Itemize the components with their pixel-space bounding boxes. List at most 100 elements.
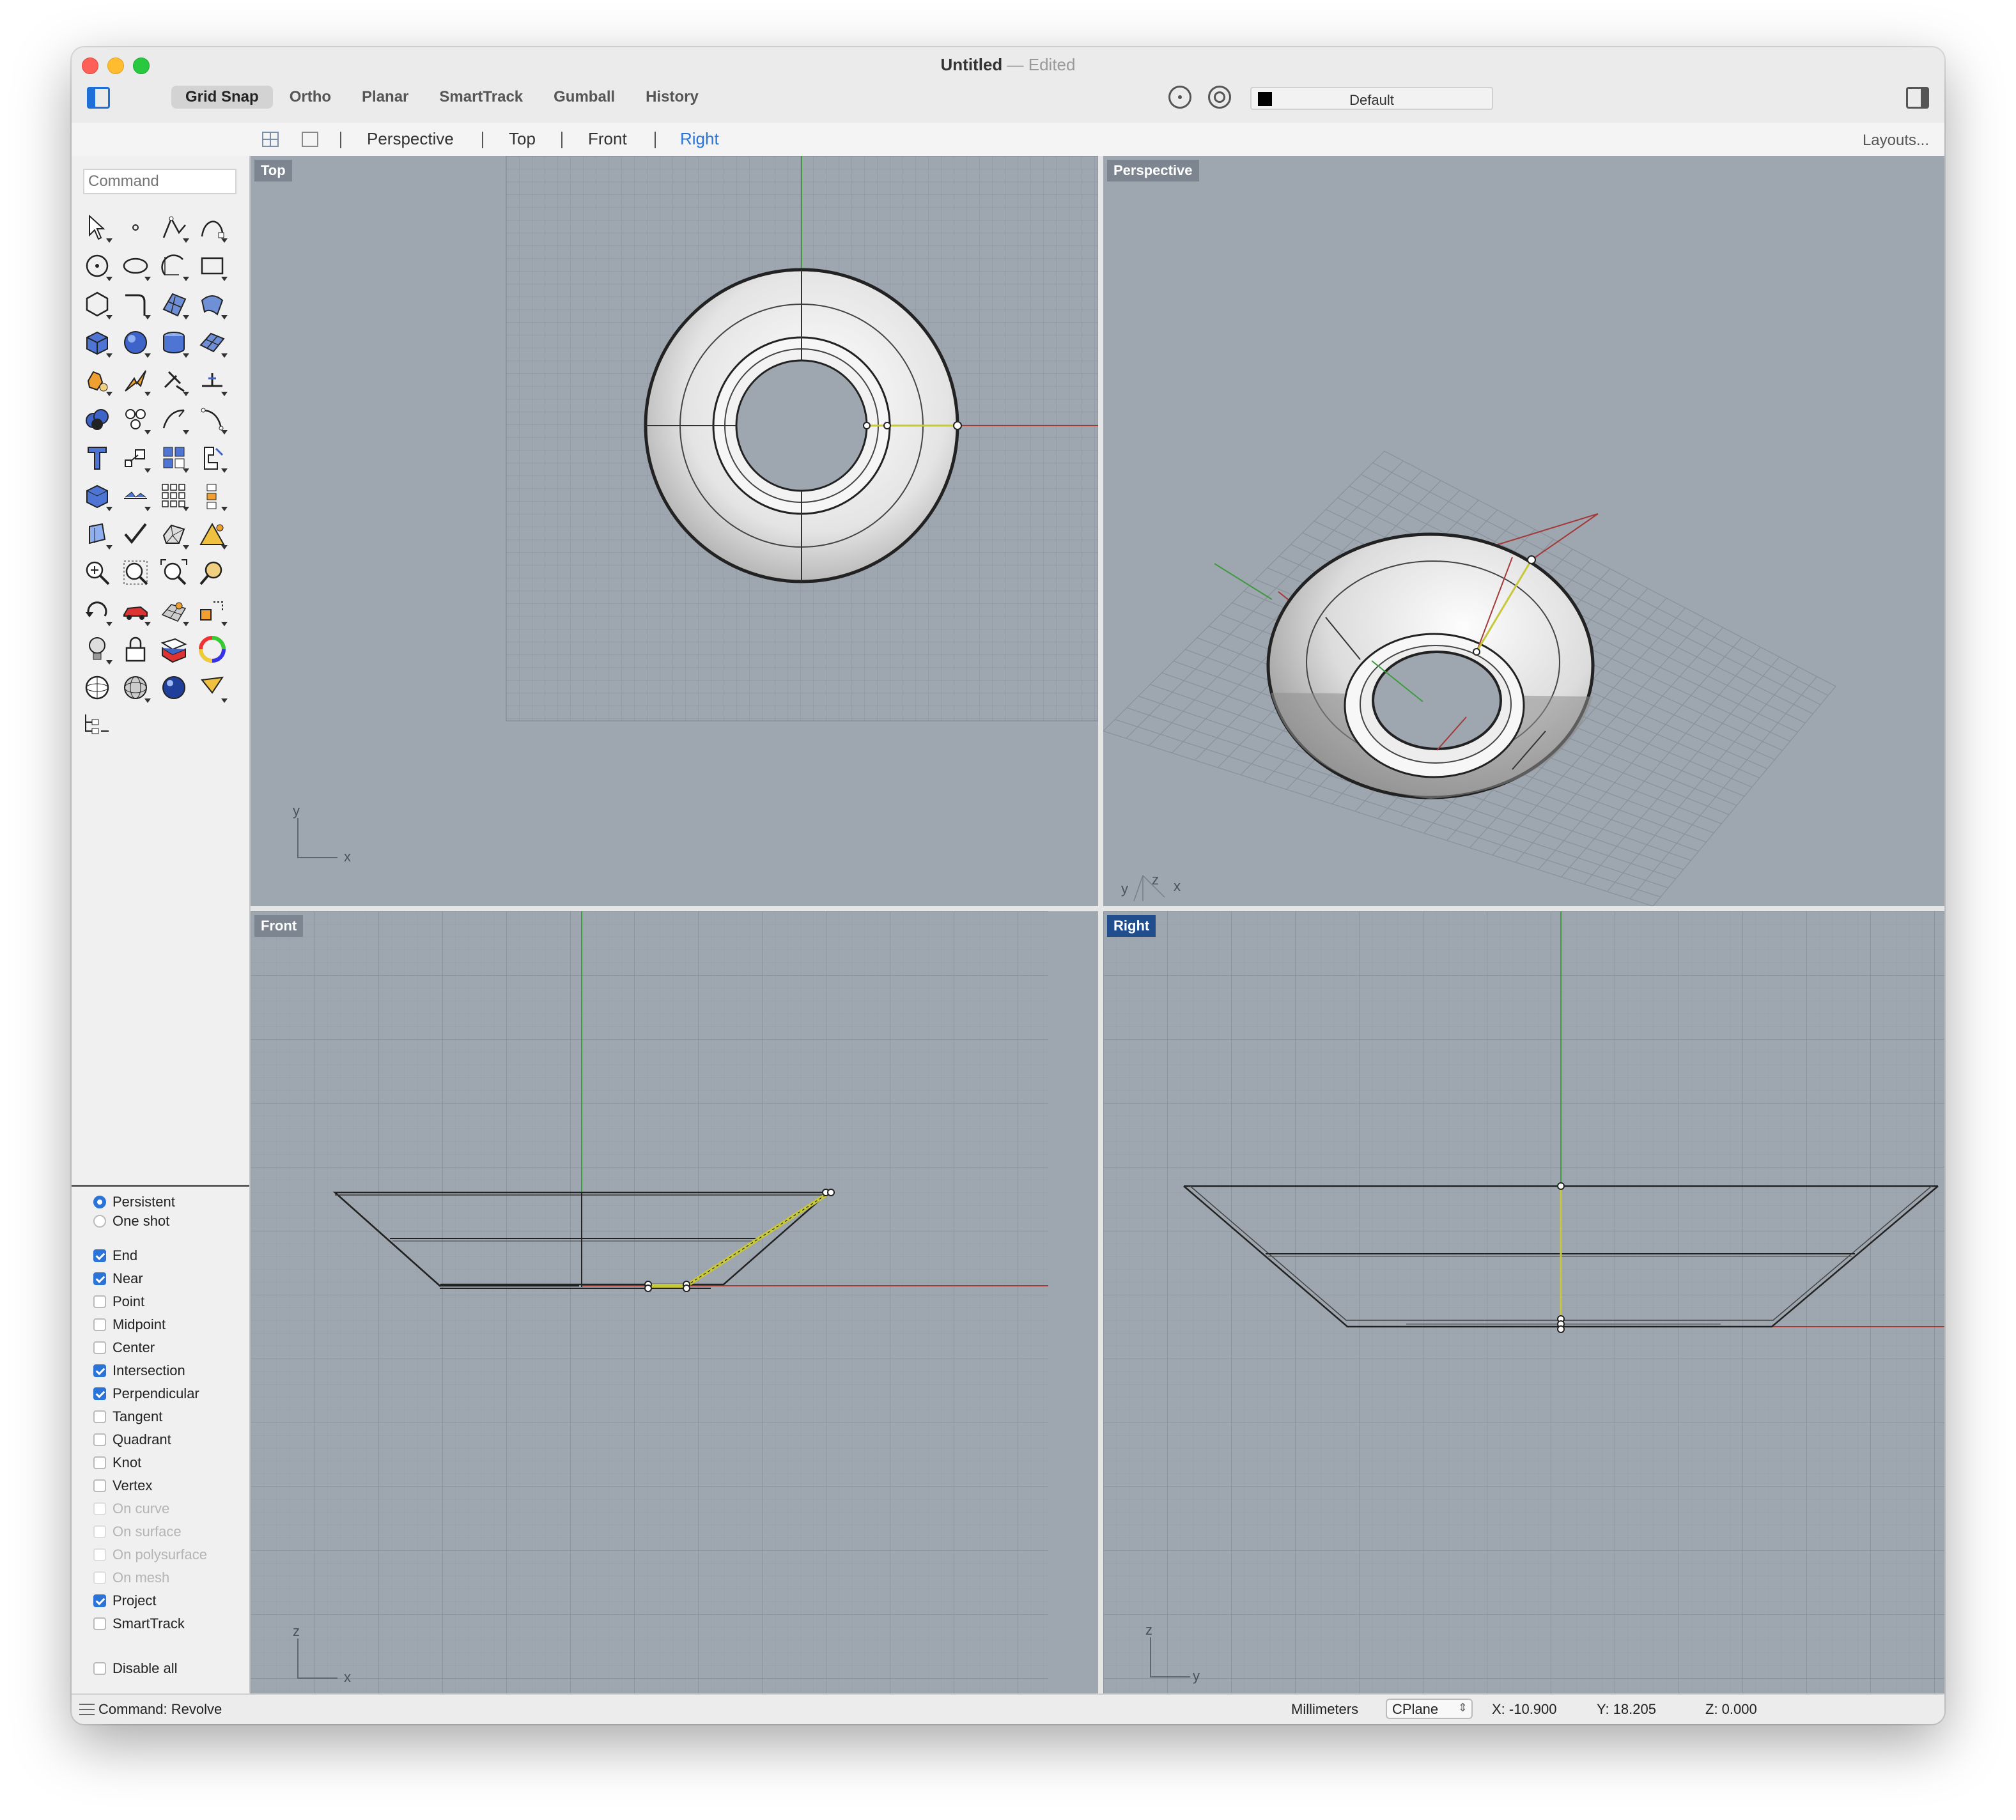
boolean-union-icon[interactable] (78, 400, 116, 438)
planar-toggle[interactable]: Planar (348, 86, 423, 109)
grid-icon[interactable] (155, 592, 193, 630)
circle-icon[interactable] (78, 247, 116, 285)
cylinder-icon[interactable] (155, 323, 193, 362)
named-view-icon[interactable] (78, 707, 116, 745)
array-icon[interactable] (155, 438, 193, 477)
array-grid-icon[interactable] (155, 477, 193, 515)
fillet-curve-icon[interactable] (116, 285, 155, 323)
osnap-mode-persistent[interactable]: Persistent (93, 1194, 175, 1210)
tab-perspective[interactable]: Perspective (367, 129, 454, 149)
osnap-tangent[interactable]: Tangent (93, 1408, 162, 1425)
lock-icon[interactable] (116, 630, 155, 668)
checkbox[interactable] (93, 1456, 106, 1469)
checkbox[interactable] (93, 1662, 106, 1675)
point-icon[interactable] (116, 208, 155, 247)
history-toggle[interactable]: History (632, 86, 713, 109)
analyze-icon[interactable] (78, 515, 116, 553)
checkbox[interactable] (93, 1479, 106, 1492)
single-viewport-icon[interactable] (302, 132, 318, 147)
checkbox[interactable] (93, 1617, 106, 1630)
osnap-mode-one-shot[interactable]: One shot (93, 1213, 169, 1230)
viewport-title-front[interactable]: Front (254, 915, 304, 937)
layer-icon[interactable] (155, 630, 193, 668)
edit-points-icon[interactable] (193, 400, 231, 438)
checkbox[interactable] (93, 1433, 106, 1446)
rebuild-icon[interactable] (155, 400, 193, 438)
zoom-extents-icon[interactable] (155, 553, 193, 592)
smarttrack-toggle[interactable]: SmartTrack (425, 86, 537, 109)
osnap-vertex[interactable]: Vertex (93, 1477, 152, 1494)
scale-icon[interactable] (116, 438, 155, 477)
cplane-selector[interactable]: CPlane (1386, 1699, 1473, 1719)
grid-snap-toggle[interactable]: Grid Snap (171, 86, 273, 109)
osnap-disable-all[interactable]: Disable all (93, 1660, 178, 1677)
car-model-icon[interactable] (116, 592, 155, 630)
checkbox[interactable] (93, 1341, 106, 1354)
command-history-icon[interactable] (79, 1704, 95, 1715)
surface-from-points-icon[interactable] (155, 285, 193, 323)
group-icon[interactable] (116, 400, 155, 438)
revolved-ring[interactable] (644, 268, 962, 583)
four-viewports-icon[interactable] (262, 132, 279, 147)
osnap-end[interactable]: End (93, 1247, 137, 1264)
rectangle-icon[interactable] (193, 247, 231, 285)
polyline-icon[interactable] (155, 208, 193, 247)
osnap-near[interactable]: Near (93, 1270, 143, 1287)
viewport-title-right[interactable]: Right (1107, 915, 1156, 937)
units-label[interactable]: Millimeters (1291, 1701, 1358, 1718)
filter-circles-icon[interactable] (1208, 86, 1231, 109)
checkbox[interactable] (93, 1594, 106, 1607)
tab-front[interactable]: Front (588, 129, 627, 149)
osnap-intersection[interactable]: Intersection (93, 1362, 185, 1379)
radio-button[interactable] (93, 1196, 106, 1208)
text-icon[interactable] (78, 438, 116, 477)
polygon-icon[interactable] (78, 285, 116, 323)
viewport-top[interactable]: y x Top (251, 156, 1098, 906)
toggle-left-sidebar-icon[interactable] (87, 87, 110, 109)
transform-icon[interactable] (193, 592, 231, 630)
viewport-splitter-horizontal[interactable] (251, 906, 1944, 911)
ortho-toggle[interactable]: Ortho (275, 86, 345, 109)
check-icon[interactable] (116, 515, 155, 553)
osnap-project[interactable]: Project (93, 1592, 156, 1609)
color-wheel-icon[interactable] (193, 630, 231, 668)
osnap-center[interactable]: Center (93, 1339, 155, 1356)
sphere-icon[interactable] (116, 323, 155, 362)
checkbox[interactable] (93, 1364, 106, 1377)
arc-icon[interactable] (155, 247, 193, 285)
explode-icon[interactable] (116, 362, 155, 400)
split-icon[interactable] (193, 362, 231, 400)
toggle-right-sidebar-icon[interactable] (1906, 87, 1929, 109)
viewport-perspective[interactable]: y z x Perspective (1103, 156, 1944, 906)
sweep-surface-icon[interactable] (193, 285, 231, 323)
light-icon[interactable] (78, 630, 116, 668)
checkbox[interactable] (93, 1272, 106, 1285)
render-sphere-icon[interactable] (155, 668, 193, 707)
boolean-tools-icon[interactable] (78, 362, 116, 400)
shaded-sphere-icon[interactable] (78, 668, 116, 707)
trim-icon[interactable] (155, 362, 193, 400)
surface-plane-icon[interactable] (193, 323, 231, 362)
zoom-window-icon[interactable] (116, 553, 155, 592)
distribute-icon[interactable] (193, 477, 231, 515)
select-arrow-icon[interactable] (78, 208, 116, 247)
align-icon[interactable] (116, 477, 155, 515)
rotate-view-icon[interactable] (78, 592, 116, 630)
osnap-quadrant[interactable]: Quadrant (93, 1431, 171, 1448)
zoom-icon[interactable] (78, 553, 116, 592)
checkbox[interactable] (93, 1295, 106, 1308)
osnap-target-icon[interactable] (1168, 86, 1191, 109)
wireframe-sphere-icon[interactable] (116, 668, 155, 707)
current-layer-selector[interactable]: Default (1250, 87, 1493, 110)
pointer-icon[interactable] (193, 668, 231, 707)
checkbox[interactable] (93, 1387, 106, 1400)
checkbox[interactable] (93, 1249, 106, 1262)
mesh-icon[interactable] (155, 515, 193, 553)
osnap-knot[interactable]: Knot (93, 1454, 141, 1471)
viewport-front[interactable]: z x Front (251, 911, 1098, 1695)
osnap-smarttrack[interactable]: SmartTrack (93, 1616, 185, 1632)
dimension-icon[interactable] (193, 438, 231, 477)
viewport-title-top[interactable]: Top (254, 160, 292, 181)
osnap-perpendicular[interactable]: Perpendicular (93, 1385, 199, 1402)
solid-tools-icon[interactable] (78, 477, 116, 515)
